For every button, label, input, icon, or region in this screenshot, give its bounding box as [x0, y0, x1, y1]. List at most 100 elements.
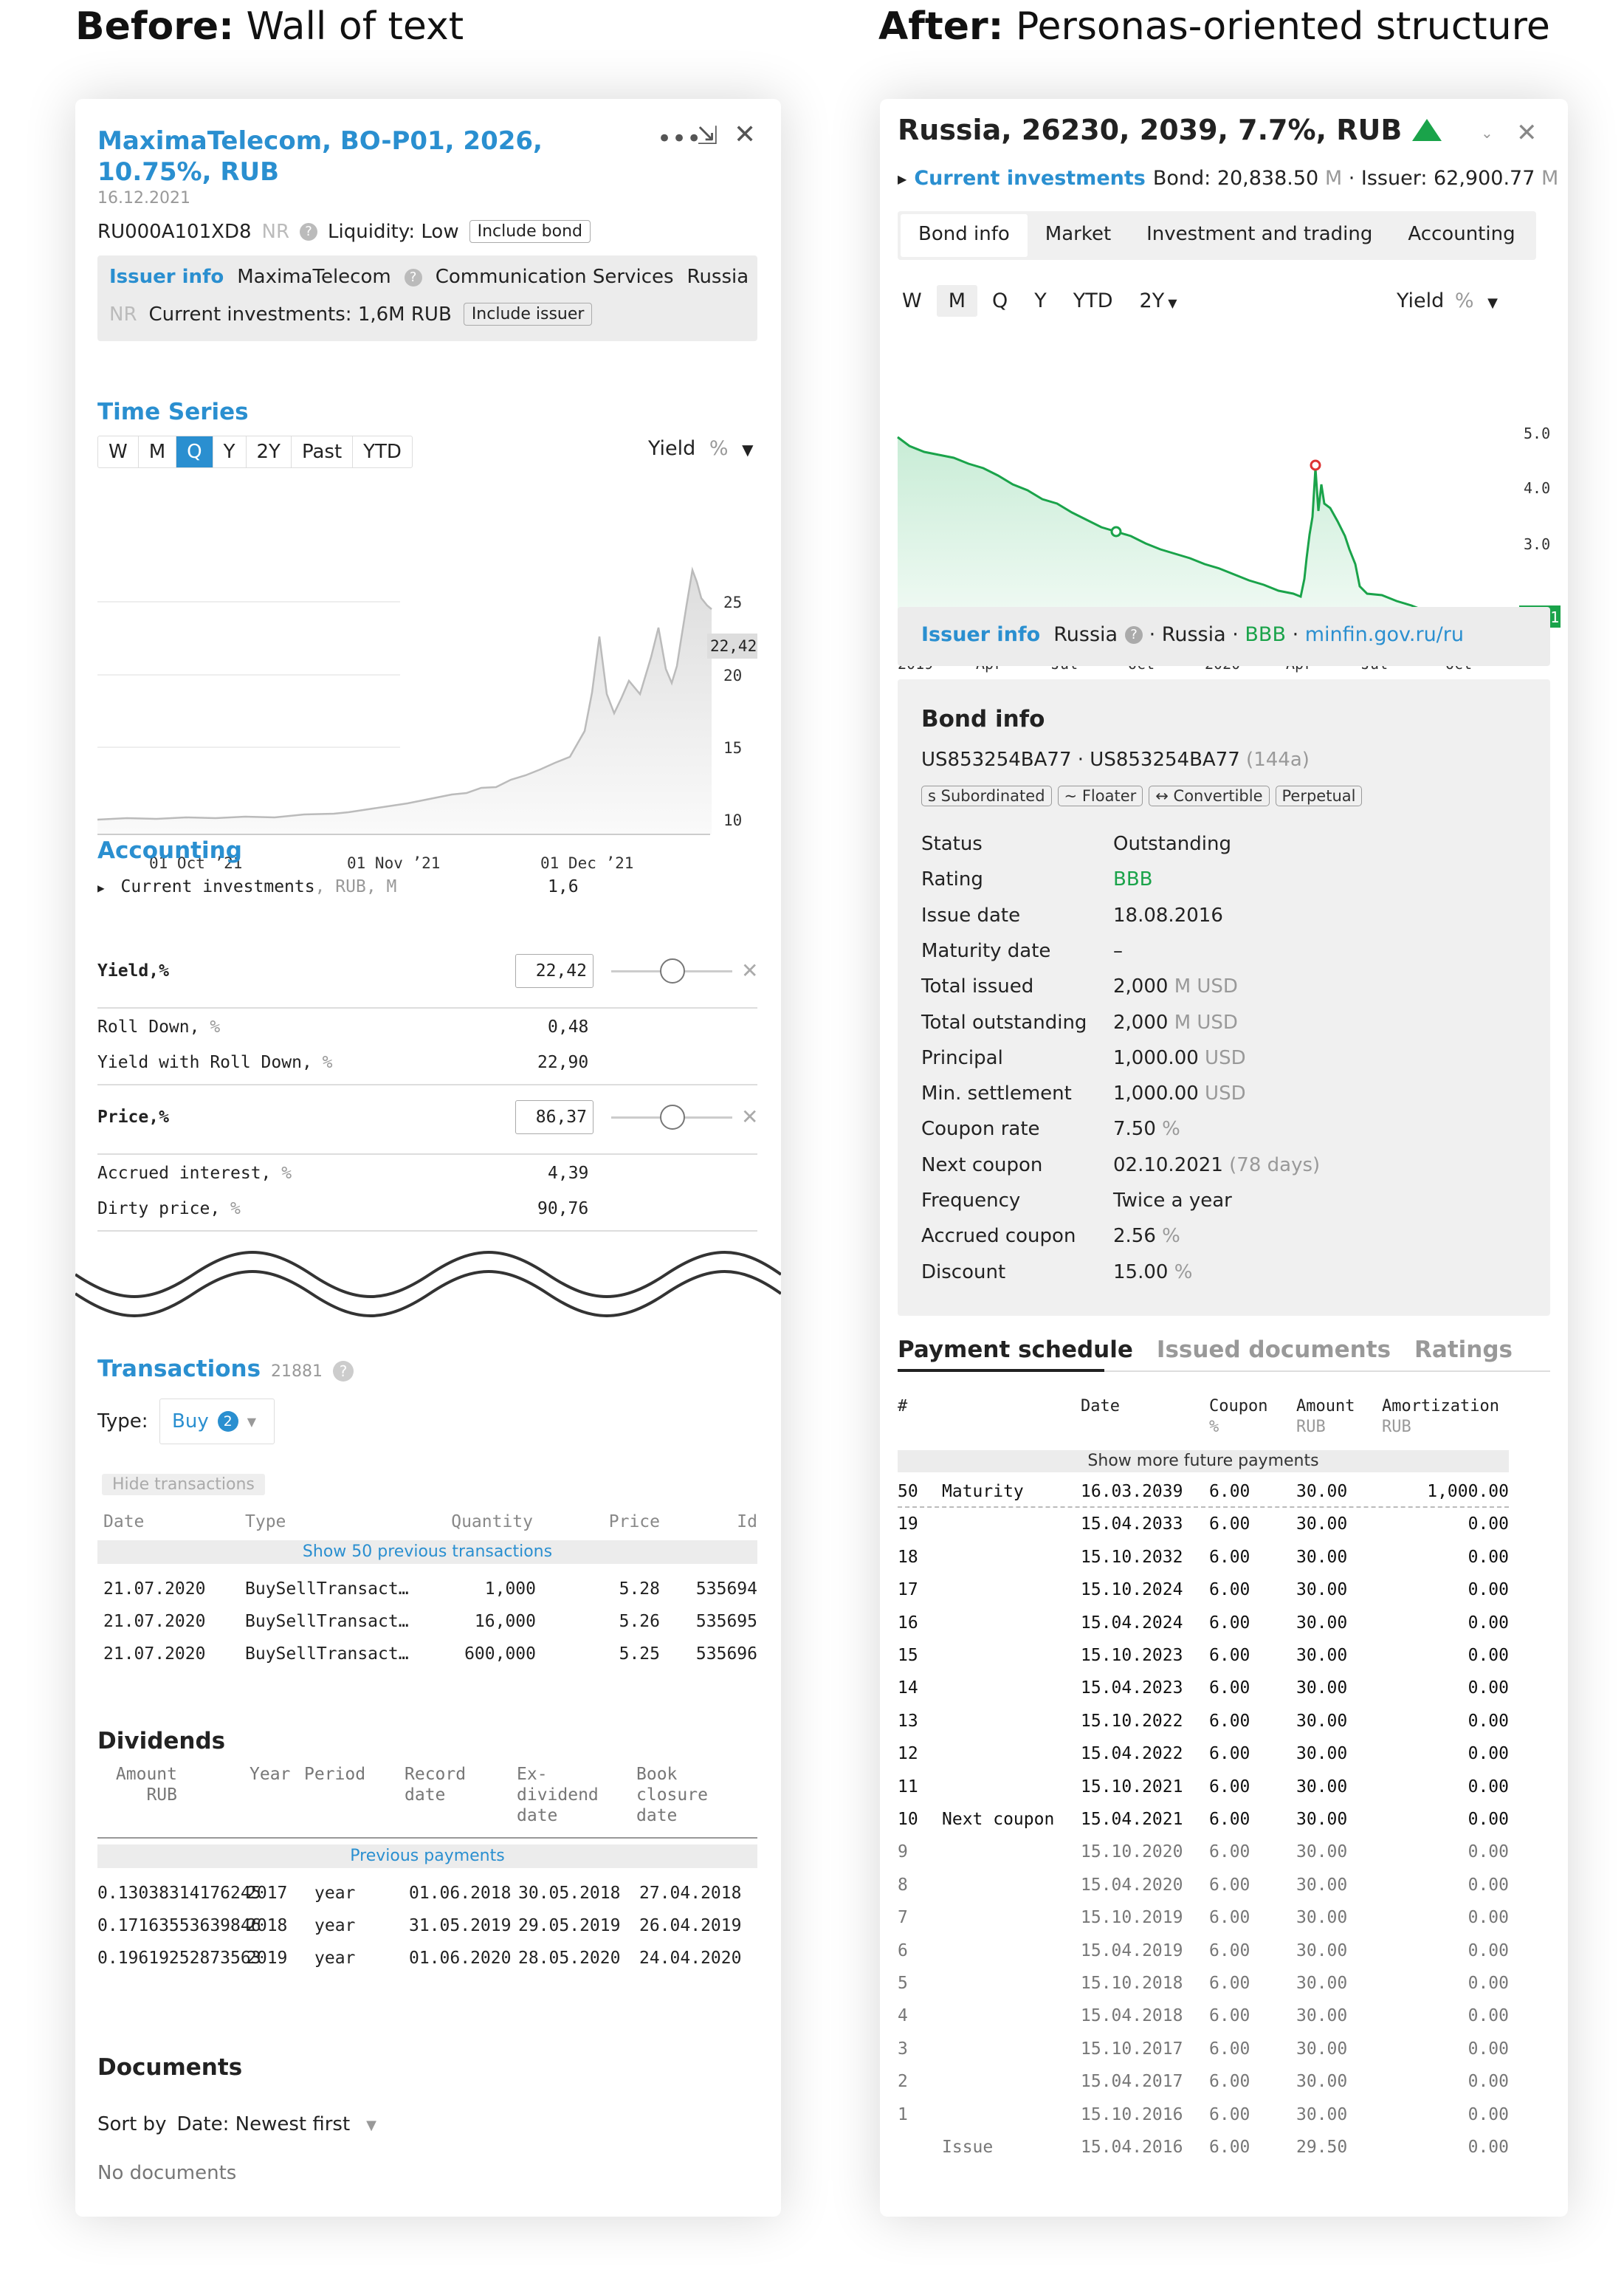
- export-icon[interactable]: ⇲: [697, 121, 718, 151]
- tab-accounting[interactable]: Accounting: [1390, 214, 1532, 257]
- label-frequency: Frequency: [921, 1190, 1021, 1212]
- current-investments-label[interactable]: Current investments: [914, 167, 1146, 192]
- slider-handle[interactable]: [660, 958, 685, 984]
- cell: 30.00: [1296, 2104, 1348, 2124]
- cell: 01.06.2020: [409, 1949, 512, 1968]
- yield-selector[interactable]: Yield % ▼: [1397, 289, 1498, 312]
- schedule-row: 2 15.04.2017 6.00 30.00 0.00: [898, 2065, 1550, 2098]
- period-m[interactable]: M: [936, 285, 977, 317]
- cell: 0.00: [1468, 1580, 1509, 1600]
- cell: 30.00: [1296, 1580, 1348, 1600]
- cell: 0.00: [1468, 1974, 1509, 1993]
- cell: 30.00: [1296, 1810, 1348, 1829]
- type-dropdown[interactable]: Buy 2 ▼: [159, 1399, 275, 1444]
- slider-handle[interactable]: [660, 1105, 685, 1130]
- isin: RU000A101XD8: [97, 220, 252, 243]
- hide-transactions-button[interactable]: Hide transactions: [102, 1474, 265, 1495]
- clear-icon[interactable]: ✕: [741, 1105, 758, 1129]
- label-rating: Rating: [921, 868, 983, 891]
- type-value: Buy: [172, 1410, 209, 1432]
- cell: 5.25: [619, 1644, 660, 1664]
- period-q[interactable]: Q: [176, 436, 213, 467]
- header-id: Id: [737, 1512, 757, 1531]
- y-tick-label: 5.0: [1524, 425, 1550, 442]
- show-more-future-payments[interactable]: Show more future payments: [898, 1450, 1509, 1472]
- cell: 13: [898, 1711, 918, 1731]
- period-ytd[interactable]: YTD: [353, 436, 412, 467]
- period-w[interactable]: W: [890, 285, 934, 317]
- close-icon[interactable]: ✕: [734, 120, 756, 150]
- cell: 30.00: [1296, 2072, 1348, 2092]
- tag-floater-icon: ~: [1064, 787, 1082, 805]
- issuer-website-link[interactable]: minfin.gov.ru/ru: [1305, 623, 1464, 646]
- unit: M USD: [1168, 1011, 1238, 1034]
- include-bond-button[interactable]: Include bond: [469, 220, 591, 243]
- cell: 28.05.2020: [518, 1949, 621, 1968]
- cell: BuySellTransact…: [245, 1644, 409, 1664]
- yield-input[interactable]: 22,42: [515, 954, 593, 988]
- x-tick-label: 01 Nov ’21: [347, 854, 440, 872]
- period-ytd[interactable]: YTD: [1062, 285, 1125, 317]
- issuer-investments-unit: M: [1535, 167, 1559, 190]
- yield-unit: %: [1454, 289, 1474, 312]
- label-principal: Principal: [921, 1046, 1003, 1069]
- header-price: Price: [608, 1512, 660, 1531]
- include-issuer-button[interactable]: Include issuer: [463, 303, 593, 326]
- value-min-settlement: 1,000.00 USD: [1113, 1082, 1246, 1105]
- y-tick-label: 15: [723, 739, 742, 757]
- period-past[interactable]: Past: [292, 436, 354, 467]
- triangle-up-icon: [1412, 119, 1442, 141]
- close-icon[interactable]: ✕: [1516, 118, 1538, 148]
- yield-roll-down-value: 22,90: [537, 1053, 589, 1072]
- help-icon[interactable]: ?: [333, 1361, 354, 1382]
- clear-icon[interactable]: ✕: [741, 958, 758, 983]
- help-icon[interactable]: ?: [1125, 625, 1143, 644]
- tab-investment-and-trading[interactable]: Investment and trading: [1129, 214, 1390, 257]
- chevron-down-icon[interactable]: ⌄: [1481, 124, 1493, 142]
- help-icon[interactable]: ?: [404, 269, 422, 286]
- period-y[interactable]: Y: [1022, 285, 1059, 317]
- label-total-issued: Total issued: [921, 975, 1034, 998]
- tab-bond-info[interactable]: Bond info: [901, 214, 1028, 257]
- chevron-down-icon[interactable]: ▼: [366, 2113, 376, 2138]
- cell: 18: [898, 1547, 918, 1567]
- schedule-row: 12 15.04.2022 6.00 30.00 0.00: [898, 1737, 1550, 1770]
- help-icon[interactable]: ?: [300, 222, 318, 241]
- period-m[interactable]: M: [139, 436, 177, 467]
- yield-selector[interactable]: Yield % ▼: [648, 437, 754, 460]
- show-previous-transactions[interactable]: Show 50 previous transactions: [97, 1540, 757, 1564]
- expand-triangle-icon[interactable]: ▶: [898, 167, 906, 192]
- price-slider[interactable]: [611, 1105, 732, 1130]
- price-input[interactable]: 86,37: [515, 1100, 593, 1134]
- yield-roll-down-label: Yield with Roll Down,: [97, 1053, 312, 1072]
- sort-row: Sort by Date: Newest first ▼: [97, 2113, 376, 2138]
- cell: year: [314, 1884, 356, 1903]
- schedule-row: 4 15.04.2018 6.00 30.00 0.00: [898, 2000, 1550, 2032]
- tab-issued-documents[interactable]: Issued documents: [1157, 1336, 1391, 1363]
- value: BBB: [1113, 868, 1153, 891]
- period-w[interactable]: W: [98, 436, 139, 467]
- cell: 15.10.2018: [1081, 1974, 1183, 1993]
- tab-market[interactable]: Market: [1028, 214, 1129, 257]
- cell: 30.00: [1296, 1940, 1348, 1960]
- y-tick-label: 10: [723, 811, 742, 829]
- cell: 2019: [247, 1949, 288, 1968]
- more-icon[interactable]: •••: [657, 124, 701, 154]
- sort-dropdown[interactable]: Date: Newest first: [176, 2113, 350, 2138]
- yield-unit: %: [709, 437, 729, 460]
- tab-payment-schedule[interactable]: Payment schedule: [898, 1336, 1133, 1363]
- cell: 6.00: [1209, 1580, 1250, 1600]
- before-heading-bold: Before:: [75, 4, 234, 49]
- tab-ratings[interactable]: Ratings: [1414, 1336, 1513, 1363]
- previous-payments-link[interactable]: Previous payments: [97, 1844, 757, 1868]
- period-q[interactable]: Q: [980, 285, 1019, 317]
- period-2y[interactable]: 2Y: [247, 436, 292, 467]
- period-2y[interactable]: 2Y ▼: [1128, 285, 1189, 317]
- cell: 0.00: [1468, 2104, 1509, 2124]
- period-y[interactable]: Y: [213, 436, 247, 467]
- issuer-investments: Current investments: 1,6M RUB: [148, 303, 452, 326]
- table-row: 0.13038314176245 2017 year 01.06.2018 30.05.…: [97, 1877, 757, 1909]
- current-investments-row[interactable]: ▶ Current investments, RUB, M 1,6: [97, 877, 614, 896]
- yield-slider[interactable]: [611, 958, 732, 984]
- dividend-header: dividend: [517, 1785, 599, 1805]
